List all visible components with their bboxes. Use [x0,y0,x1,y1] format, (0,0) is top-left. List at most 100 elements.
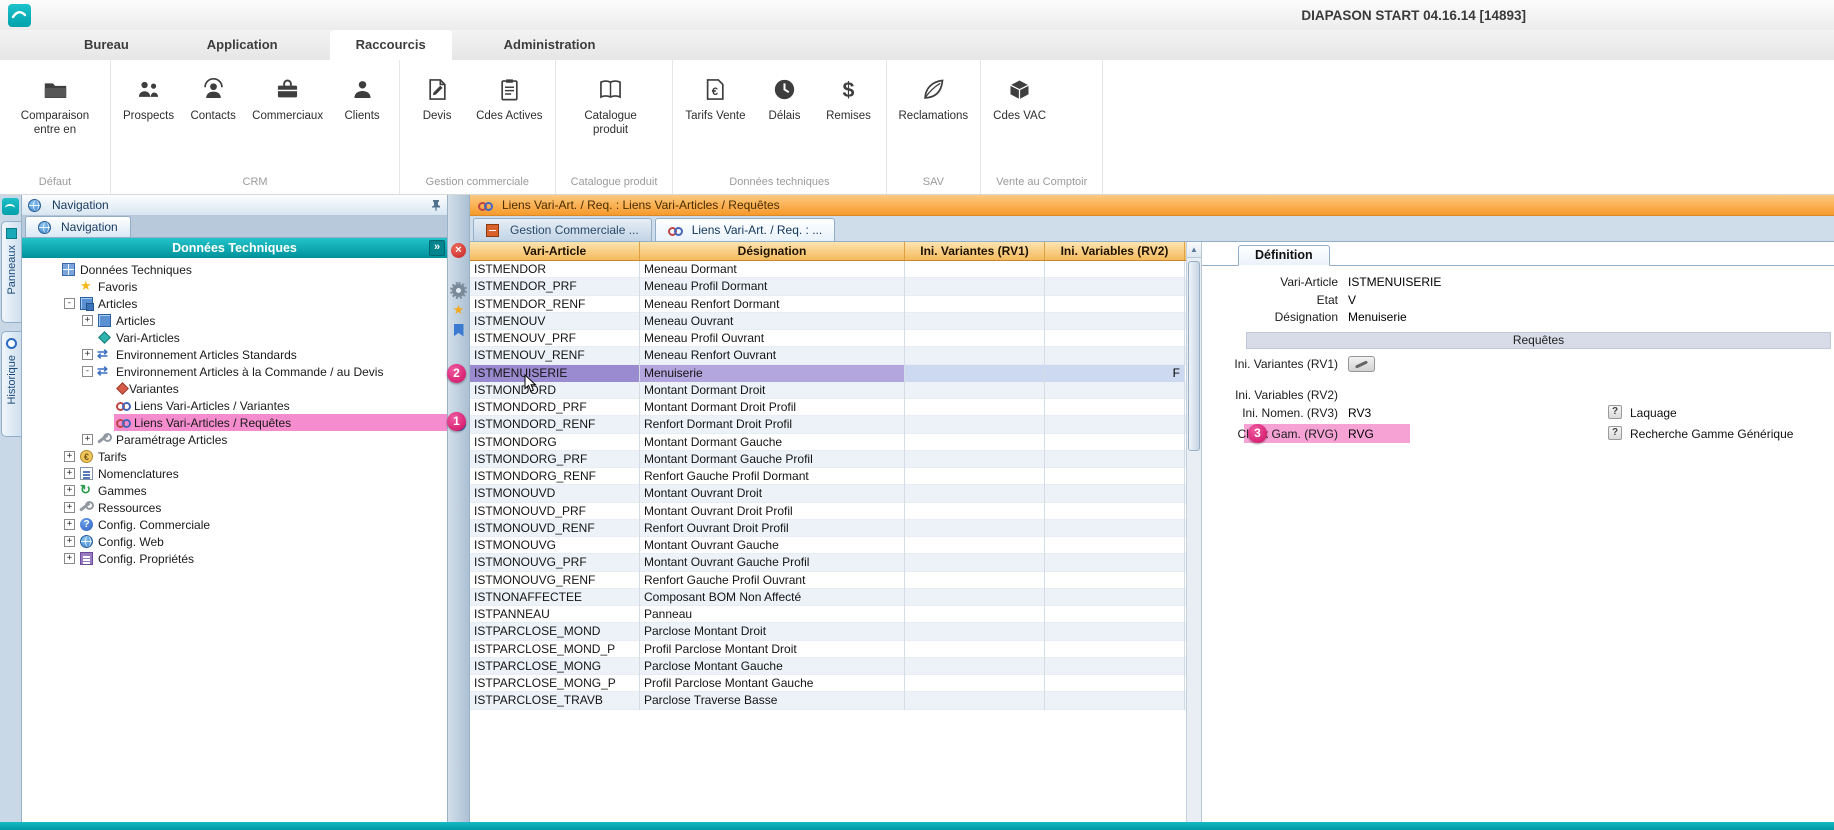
collapse-toggle-icon[interactable]: - [82,366,93,377]
table-row-istparclose-mond[interactable]: ISTPARCLOSE_MONDParclose Montant Droit [470,623,1186,640]
ribbon-button-commerciaux[interactable]: Commerciaux [245,76,330,123]
tree-item-environnement-articles-la-commande-au-de[interactable]: -Environnement Articles à la Commande / … [22,363,447,380]
tree-item-vari-articles[interactable]: Vari-Articles [22,329,447,346]
bookmark-button[interactable] [450,321,468,339]
ribbon-button-prospects[interactable]: Prospects [116,76,181,123]
expand-toggle-icon[interactable]: + [64,468,75,479]
expand-panel-button[interactable]: » [429,240,445,256]
tree-item-articles[interactable]: +Articles [22,312,447,329]
vertical-scrollbar[interactable] [1186,242,1202,822]
menu-tab-raccourcis[interactable]: Raccourcis [330,30,452,60]
tree-item-variantes[interactable]: Variantes [22,380,447,397]
table-row-istmonouvd-renf[interactable]: ISTMONOUVD_RENFRenfort Ouvrant Droit Pro… [470,520,1186,537]
collapse-toggle-icon[interactable]: - [64,298,75,309]
scroll-up-button[interactable] [1187,242,1201,258]
app-mini-icon[interactable] [2,198,19,215]
tree-item-liens-vari-articles-variantes[interactable]: Liens Vari-Articles / Variantes [22,397,447,414]
column-header-ini-variables-rv2[interactable]: Ini. Variables (RV2) [1045,242,1185,260]
tree-item-config-commerciale[interactable]: +Config. Commerciale [22,516,447,533]
ribbon-button-cdes-actives[interactable]: Cdes Actives [469,76,549,123]
table-row-istmondorg-renf[interactable]: ISTMONDORG_RENFRenfort Gauche Profil Dor… [470,468,1186,485]
tree-item-config-web[interactable]: +Config. Web [22,533,447,550]
close-button[interactable]: × [450,241,468,259]
tab-definition[interactable]: Définition [1238,245,1330,266]
table-row-istmendor-renf[interactable]: ISTMENDOR_RENFMeneau Renfort Dormant [470,296,1186,313]
tab-navigation[interactable]: Navigation [25,216,131,237]
table-row-istparclose-mond-p[interactable]: ISTPARCLOSE_MOND_PProfil Parclose Montan… [470,641,1186,658]
table-row-istmonouvg[interactable]: ISTMONOUVGMontant Ouvrant Gauche [470,537,1186,554]
expand-toggle-icon[interactable]: + [82,349,93,360]
expand-toggle-icon[interactable]: + [64,536,75,547]
column-header-ini-variantes-rv1[interactable]: Ini. Variantes (RV1) [905,242,1045,260]
tree-item-config-propri-t-s[interactable]: +Config. Propriétés [22,550,447,567]
document-tab-gestion-commerciale[interactable]: Gestion Commerciale ... [473,218,652,241]
table-row-istmenuiserie[interactable]: ISTMENUISERIEMenuiserieF [470,365,1186,382]
table-row-istmonouvg-prf[interactable]: ISTMONOUVG_PRFMontant Ouvrant Gauche Pro… [470,554,1186,571]
table-row-istparclose-mong-p[interactable]: ISTPARCLOSE_MONG_PProfil Parclose Montan… [470,675,1186,692]
table-row-istmonouvd[interactable]: ISTMONOUVDMontant Ouvrant Droit [470,485,1186,502]
column-header-vari-article[interactable]: Vari-Article [470,242,640,260]
table-row-istmenouv[interactable]: ISTMENOUVMeneau Ouvrant [470,313,1186,330]
table-row-istpanneau[interactable]: ISTPANNEAUPanneau [470,606,1186,623]
tree-item-ressources[interactable]: +Ressources [22,499,447,516]
favorite-button[interactable]: ★ [450,301,468,319]
expand-toggle-icon[interactable]: + [82,434,93,445]
tree-item-environnement-articles-standards[interactable]: +Environnement Articles Standards [22,346,447,363]
table-row-istmondord-prf[interactable]: ISTMONDORD_PRFMontant Dormant Droit Prof… [470,399,1186,416]
ribbon-button-clients[interactable]: Clients [330,76,394,123]
ribbon-button-catalogue-produit[interactable]: Catalogue produit [561,76,661,138]
wrench-icon [98,433,111,446]
settings-button[interactable] [450,281,468,299]
ribbon-button-d-lais[interactable]: Délais [753,76,817,123]
table-row-istmondorg-prf[interactable]: ISTMONDORG_PRFMontant Dormant Gauche Pro… [470,451,1186,468]
tree-item-gammes[interactable]: +Gammes [22,482,447,499]
tree-item-favoris[interactable]: Favoris [22,278,447,295]
ribbon-button-tarifs-vente[interactable]: €Tarifs Vente [678,76,752,123]
prospects-icon [135,76,162,103]
table-row-istmendor[interactable]: ISTMENDORMeneau Dormant [470,261,1186,278]
table-row-istmendor-prf[interactable]: ISTMENDOR_PRFMeneau Profil Dormant [470,278,1186,295]
ribbon-button-contacts[interactable]: Contacts [181,76,245,123]
tree-item-param-trage-articles[interactable]: +Paramétrage Articles [22,431,447,448]
ribbon-button-reclamations[interactable]: Reclamations [892,76,976,123]
table-row-istparclose-mong[interactable]: ISTPARCLOSE_MONGParclose Montant Gauche [470,658,1186,675]
expand-toggle-icon[interactable]: + [82,315,93,326]
expand-toggle-icon[interactable]: + [64,485,75,496]
table-row-istmenouv-prf[interactable]: ISTMENOUV_PRFMeneau Profil Ouvrant [470,330,1186,347]
help-button[interactable]: ? [1608,405,1622,419]
ribbon-button-comparaison-entre-en[interactable]: Comparaison entre en [5,76,105,138]
menu-tab-application[interactable]: Application [181,30,304,60]
ribbon-button-remises[interactable]: $Remises [817,76,881,123]
scrollbar-thumb[interactable] [1188,261,1200,451]
table-row-istnonaffectee[interactable]: ISTNONAFFECTEEComposant BOM Non Affecté [470,589,1186,606]
tree-item-liens-vari-articles-requ-tes[interactable]: Liens Vari-Articles / Requêtes [22,414,447,431]
expand-toggle-icon[interactable]: + [64,451,75,462]
document-tab-liens-vari-art-req[interactable]: Liens Vari-Art. / Req. : ... [655,218,836,241]
tree-item-articles[interactable]: -Articles [22,295,447,312]
table-row-istmenouv-renf[interactable]: ISTMENOUV_RENFMeneau Renfort Ouvrant [470,347,1186,364]
table-row-istparclose-travb[interactable]: ISTPARCLOSE_TRAVBParclose Traverse Basse [470,692,1186,709]
help-button[interactable]: ? [1608,426,1622,440]
tree-item-donn-es-techniques[interactable]: Données Techniques [22,261,447,278]
table-row-istmondord[interactable]: ISTMONDORDMontant Dormant Droit [470,382,1186,399]
table-row-istmonouvd-prf[interactable]: ISTMONOUVD_PRFMontant Ouvrant Droit Prof… [470,503,1186,520]
tree-item-tarifs[interactable]: +Tarifs [22,448,447,465]
ribbon-button-devis[interactable]: Devis [405,76,469,123]
table-row-istmondord-renf[interactable]: ISTMONDORD_RENFRenfort Dormant Droit Pro… [470,416,1186,433]
cell-designation: Renfort Gauche Profil Dormant [640,468,905,485]
table-row-istmonouvg-renf[interactable]: ISTMONOUVG_RENFRenfort Gauche Profil Ouv… [470,572,1186,589]
expand-toggle-icon[interactable]: + [64,553,75,564]
column-header-d-signation[interactable]: Désignation [640,242,905,260]
expand-toggle-icon[interactable]: + [64,502,75,513]
table-row-istmondorg[interactable]: ISTMONDORGMontant Dormant Gauche [470,434,1186,451]
expand-toggle-icon[interactable]: + [64,519,75,530]
menu-tab-administration[interactable]: Administration [478,30,622,60]
menu-tab-bureau[interactable]: Bureau [58,30,155,60]
pin-icon[interactable] [431,199,441,211]
rail-tab-panneaux[interactable]: Panneaux [1,221,21,323]
ribbon-button-cdes-vac[interactable]: Cdes VAC [986,76,1053,123]
rail-tab-historique[interactable]: Historique [1,331,21,437]
tree-item-nomenclatures[interactable]: +Nomenclatures [22,465,447,482]
edit-query-button[interactable] [1348,356,1375,372]
cell-vari-article: ISTMONOUVG_RENF [470,572,640,589]
